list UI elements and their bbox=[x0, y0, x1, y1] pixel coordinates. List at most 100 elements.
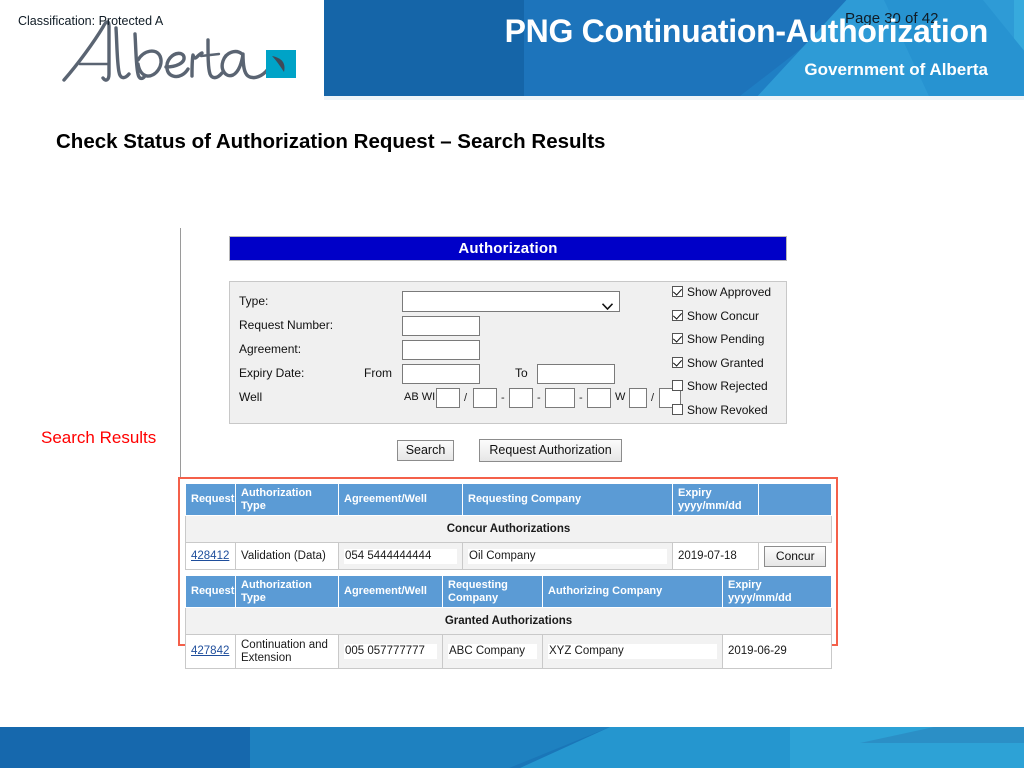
cell-expiry: 2019-07-18 bbox=[672, 542, 759, 570]
checkbox-show-concur-icon[interactable] bbox=[672, 309, 683, 321]
checkbox-show-approved-icon[interactable] bbox=[672, 286, 683, 297]
search-results-highlight-box: Concur Authorizations Request Authorizat… bbox=[178, 477, 838, 669]
filter-show-granted[interactable]: Show Granted bbox=[672, 354, 790, 378]
checkbox-show-pending-icon[interactable] bbox=[672, 333, 683, 344]
type-select[interactable] bbox=[402, 291, 620, 312]
label-expiry-to: To bbox=[515, 366, 528, 380]
col-expiry: Expiry yyyy/mm/dd bbox=[672, 483, 759, 516]
cell-request: 427842 bbox=[185, 634, 236, 669]
filter-show-concur[interactable]: Show Concur bbox=[672, 307, 790, 331]
cell-agreement-well: 054 5444444444 bbox=[338, 542, 463, 570]
cell-requesting-company: Oil Company bbox=[462, 542, 673, 570]
col-request: Request bbox=[185, 575, 236, 608]
label-type: Type: bbox=[239, 294, 269, 308]
filter-label: Show Concur bbox=[687, 308, 760, 323]
well-input-2[interactable] bbox=[473, 388, 497, 408]
expiry-from-input[interactable] bbox=[402, 364, 480, 384]
status-filter-group: Show Approved Show Concur Show Pending S… bbox=[672, 283, 790, 424]
chevron-down-icon bbox=[601, 297, 614, 311]
filter-show-approved[interactable]: Show Approved bbox=[672, 283, 790, 307]
label-well: Well bbox=[239, 390, 263, 404]
footer-classification: Classification: Protected A bbox=[18, 14, 164, 28]
filter-label: Show Pending bbox=[687, 332, 765, 346]
granted-caption-row: Granted Authorizations bbox=[185, 607, 832, 635]
label-expiry-from: From bbox=[364, 366, 392, 380]
request-link[interactable]: 428412 bbox=[191, 550, 229, 562]
well-separator-5: / bbox=[651, 392, 655, 404]
checkbox-show-granted-icon[interactable] bbox=[672, 356, 683, 368]
footer-band bbox=[0, 727, 1024, 768]
concur-table-caption: Concur Authorizations bbox=[185, 515, 832, 543]
filter-show-rejected[interactable]: Show Rejected bbox=[672, 377, 790, 401]
cell-authorization-type: Continuation and Extension bbox=[235, 634, 339, 669]
col-agreement-well: Agreement/Well bbox=[338, 483, 463, 516]
concur-authorizations-table: Concur Authorizations Request Authorizat… bbox=[185, 483, 832, 570]
callout-leader-line bbox=[180, 228, 181, 482]
concur-caption-row: Concur Authorizations bbox=[185, 515, 832, 543]
authorization-window-title: Authorization bbox=[229, 236, 787, 261]
label-expiry-date: Expiry Date: bbox=[239, 366, 305, 380]
label-agreement: Agreement: bbox=[239, 342, 302, 356]
header-title: PNG Continuation-Authorization bbox=[504, 13, 989, 49]
page-title: Check Status of Authorization Request – … bbox=[56, 130, 606, 153]
label-well-w: W bbox=[615, 391, 626, 403]
agreement-well-value: 005 057777777 bbox=[344, 644, 437, 659]
cell-action: Concur bbox=[759, 543, 832, 570]
requesting-company-value: ABC Company bbox=[448, 644, 537, 659]
request-authorization-button[interactable]: Request Authorization bbox=[479, 439, 622, 462]
authorizing-company-value: XYZ Company bbox=[548, 644, 717, 659]
requesting-company-value: Oil Company bbox=[468, 548, 667, 564]
label-well-prefix: AB WI bbox=[404, 391, 436, 403]
search-button[interactable]: Search bbox=[397, 440, 454, 461]
col-authorization-type: Authorization Type bbox=[235, 483, 339, 516]
well-input-5[interactable] bbox=[587, 388, 611, 408]
concur-button[interactable]: Concur bbox=[764, 545, 827, 567]
well-input-1[interactable] bbox=[436, 388, 460, 408]
table-row: 427842 Continuation and Extension 005 05… bbox=[185, 634, 832, 669]
col-agreement-well: Agreement/Well bbox=[338, 575, 443, 608]
filter-label: Show Approved bbox=[687, 285, 772, 299]
col-request: Request bbox=[185, 483, 236, 516]
table-row: 428412 Validation (Data) 054 5444444444 … bbox=[185, 542, 832, 570]
header-subtitle: Government of Alberta bbox=[804, 60, 988, 79]
granted-table-caption: Granted Authorizations bbox=[185, 607, 832, 635]
cell-authorization-type: Validation (Data) bbox=[235, 542, 339, 570]
well-separator-3: - bbox=[537, 392, 541, 404]
label-request-number: Request Number: bbox=[239, 318, 334, 332]
cell-request: 428412 bbox=[185, 542, 236, 570]
callout-search-results-label: Search Results bbox=[41, 428, 157, 447]
cell-requesting-company: ABC Company bbox=[442, 634, 543, 669]
filter-show-revoked[interactable]: Show Revoked bbox=[672, 401, 790, 425]
concur-header-row: Request Authorization Type Agreement/Wel… bbox=[185, 483, 832, 516]
expiry-to-input[interactable] bbox=[537, 364, 615, 384]
well-input-4[interactable] bbox=[545, 388, 575, 408]
col-authorization-type: Authorization Type bbox=[235, 575, 339, 608]
col-expiry-line1: Expiry bbox=[728, 579, 762, 591]
filter-label: Show Revoked bbox=[687, 402, 768, 417]
cell-authorizing-company: XYZ Company bbox=[542, 634, 723, 669]
agreement-well-value: 054 5444444444 bbox=[344, 548, 457, 564]
col-expiry-line2: yyyy/mm/dd bbox=[728, 591, 792, 604]
well-separator-1: / bbox=[464, 392, 468, 404]
col-expiry-line1: Expiry bbox=[678, 487, 712, 499]
col-action bbox=[758, 483, 832, 516]
col-requesting-company: Requesting Company bbox=[442, 575, 543, 608]
filter-label: Show Rejected bbox=[687, 379, 768, 393]
col-expiry: Expiry yyyy/mm/dd bbox=[722, 575, 832, 608]
granted-authorizations-table: Granted Authorizations Request Authoriza… bbox=[185, 575, 832, 669]
agreement-input[interactable] bbox=[402, 340, 480, 360]
well-input-3[interactable] bbox=[509, 388, 533, 408]
filter-label: Show Granted bbox=[687, 355, 764, 370]
slide-canvas: PNG Continuation-Authorization Governmen… bbox=[0, 0, 1024, 768]
well-separator-4: - bbox=[579, 392, 583, 404]
cell-expiry: 2019-06-29 bbox=[722, 634, 832, 669]
request-number-input[interactable] bbox=[402, 316, 480, 336]
filter-show-pending[interactable]: Show Pending bbox=[672, 330, 790, 354]
request-link[interactable]: 427842 bbox=[191, 645, 229, 657]
col-requesting-company: Requesting Company bbox=[462, 483, 673, 516]
col-authorizing-company: Authorizing Company bbox=[542, 575, 723, 608]
checkbox-show-rejected-icon[interactable] bbox=[672, 380, 683, 391]
checkbox-show-revoked-icon[interactable] bbox=[672, 403, 683, 415]
cell-agreement-well: 005 057777777 bbox=[338, 634, 443, 669]
well-input-6[interactable] bbox=[629, 388, 647, 408]
